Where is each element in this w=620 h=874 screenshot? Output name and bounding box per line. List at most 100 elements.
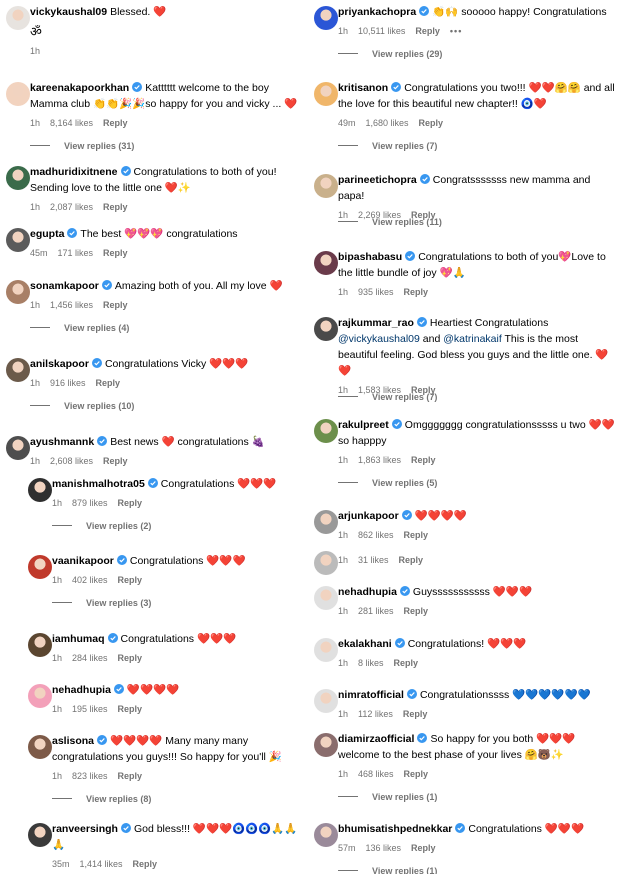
reply-button[interactable]: Reply (118, 704, 143, 714)
reply-button[interactable]: Reply (403, 709, 428, 719)
reply-button[interactable]: Reply (118, 771, 143, 781)
reply-button[interactable]: Reply (133, 859, 158, 869)
mention-link[interactable]: @katrinakaif (443, 333, 502, 345)
avatar[interactable] (314, 586, 338, 610)
avatar[interactable] (6, 358, 30, 382)
username[interactable]: ranveersingh (52, 823, 118, 835)
likes-count[interactable]: 1,456 likes (50, 300, 93, 310)
likes-count[interactable]: 1,680 likes (366, 118, 409, 128)
likes-count[interactable]: 468 likes (358, 769, 394, 779)
avatar[interactable] (28, 735, 52, 759)
username[interactable]: kritisanon (338, 82, 388, 94)
more-options-button[interactable]: ••• (450, 26, 462, 36)
likes-count[interactable]: 171 likes (58, 248, 94, 258)
avatar[interactable] (28, 823, 52, 847)
avatar[interactable] (314, 6, 338, 30)
reply-button[interactable]: Reply (419, 118, 444, 128)
view-replies-button[interactable]: View replies (5) (338, 477, 437, 489)
likes-count[interactable]: 2,608 likes (50, 456, 93, 466)
likes-count[interactable]: 862 likes (358, 530, 394, 540)
mention-link[interactable]: @vickykaushal09 (338, 333, 420, 345)
username[interactable]: nehadhupia (338, 586, 397, 598)
avatar[interactable] (314, 82, 338, 106)
view-replies-button[interactable]: View replies (7) (338, 140, 437, 152)
reply-button[interactable]: Reply (103, 456, 128, 466)
avatar[interactable] (314, 689, 338, 713)
username[interactable]: vickykaushal09 (30, 6, 107, 18)
likes-count[interactable]: 2,087 likes (50, 202, 93, 212)
avatar[interactable] (314, 419, 338, 443)
likes-count[interactable]: 935 likes (358, 287, 394, 297)
username[interactable]: priyankachopra (338, 6, 416, 18)
username[interactable]: kareenakapoorkhan (30, 82, 129, 94)
reply-button[interactable]: Reply (404, 769, 429, 779)
avatar[interactable] (6, 436, 30, 460)
username[interactable]: parineetichopra (338, 174, 417, 186)
username[interactable]: rajkummar_rao (338, 317, 414, 329)
likes-count[interactable]: 284 likes (72, 653, 108, 663)
view-replies-button[interactable]: View replies (31) (30, 140, 134, 152)
likes-count[interactable]: 281 likes (358, 606, 394, 616)
avatar[interactable] (314, 510, 338, 534)
username[interactable]: rakulpreet (338, 419, 389, 431)
reply-button[interactable]: Reply (103, 118, 128, 128)
reply-button[interactable]: Reply (394, 658, 419, 668)
username[interactable]: egupta (30, 228, 64, 240)
view-replies-button[interactable]: View replies (1) (338, 865, 437, 874)
likes-count[interactable]: 823 likes (72, 771, 108, 781)
username[interactable]: vaanikapoor (52, 555, 114, 567)
reply-button[interactable]: Reply (103, 248, 128, 258)
view-replies-button[interactable]: View replies (4) (30, 322, 129, 334)
reply-button[interactable]: Reply (118, 653, 143, 663)
avatar[interactable] (6, 82, 30, 106)
view-replies-button[interactable]: View replies (8) (52, 793, 151, 805)
avatar[interactable] (6, 6, 30, 30)
avatar[interactable] (28, 633, 52, 657)
avatar[interactable] (6, 166, 30, 190)
likes-count[interactable]: 112 likes (358, 709, 393, 719)
view-replies-button[interactable]: View replies (11) (338, 216, 442, 228)
username[interactable]: arjunkapoor (338, 510, 399, 522)
username[interactable]: bipashabasu (338, 251, 402, 263)
reply-button[interactable]: Reply (404, 530, 429, 540)
reply-button[interactable]: Reply (103, 202, 128, 212)
avatar[interactable] (314, 823, 338, 847)
avatar[interactable] (28, 555, 52, 579)
avatar[interactable] (6, 280, 30, 304)
view-replies-button[interactable]: View replies (29) (338, 48, 442, 60)
view-replies-button[interactable]: View replies (1) (338, 791, 437, 803)
avatar[interactable] (314, 638, 338, 662)
reply-button[interactable]: Reply (118, 575, 143, 585)
likes-count[interactable]: 1,414 likes (80, 859, 123, 869)
username[interactable]: madhuridixitnene (30, 166, 118, 178)
likes-count[interactable]: 8,164 likes (50, 118, 93, 128)
likes-count[interactable]: 916 likes (50, 378, 86, 388)
username[interactable]: ayushmannk (30, 436, 94, 448)
username[interactable]: diamirzaofficial (338, 733, 414, 745)
username[interactable]: iamhumaq (52, 633, 105, 645)
avatar[interactable] (28, 478, 52, 502)
username[interactable]: nimratofficial (338, 689, 404, 701)
view-replies-button[interactable]: View replies (2) (52, 520, 151, 532)
view-replies-button[interactable]: View replies (7) (338, 391, 437, 403)
reply-button[interactable]: Reply (118, 498, 143, 508)
username[interactable]: sonamkapoor (30, 280, 99, 292)
username[interactable]: anilskapoor (30, 358, 89, 370)
reply-button[interactable]: Reply (103, 300, 128, 310)
avatar[interactable] (314, 317, 338, 341)
username[interactable]: manishmalhotra05 (52, 478, 145, 490)
reply-button[interactable]: Reply (399, 555, 424, 565)
avatar[interactable] (28, 684, 52, 708)
avatar[interactable] (314, 251, 338, 275)
likes-count[interactable]: 8 likes (358, 658, 384, 668)
avatar[interactable] (6, 228, 30, 252)
username[interactable]: ekalakhani (338, 638, 392, 650)
view-replies-button[interactable]: View replies (3) (52, 597, 151, 609)
likes-count[interactable]: 10,511 likes (358, 26, 405, 36)
reply-button[interactable]: Reply (404, 606, 429, 616)
username[interactable]: nehadhupia (52, 684, 111, 696)
likes-count[interactable]: 1,863 likes (358, 455, 401, 465)
likes-count[interactable]: 31 likes (358, 555, 389, 565)
reply-button[interactable]: Reply (404, 287, 429, 297)
likes-count[interactable]: 879 likes (72, 498, 108, 508)
